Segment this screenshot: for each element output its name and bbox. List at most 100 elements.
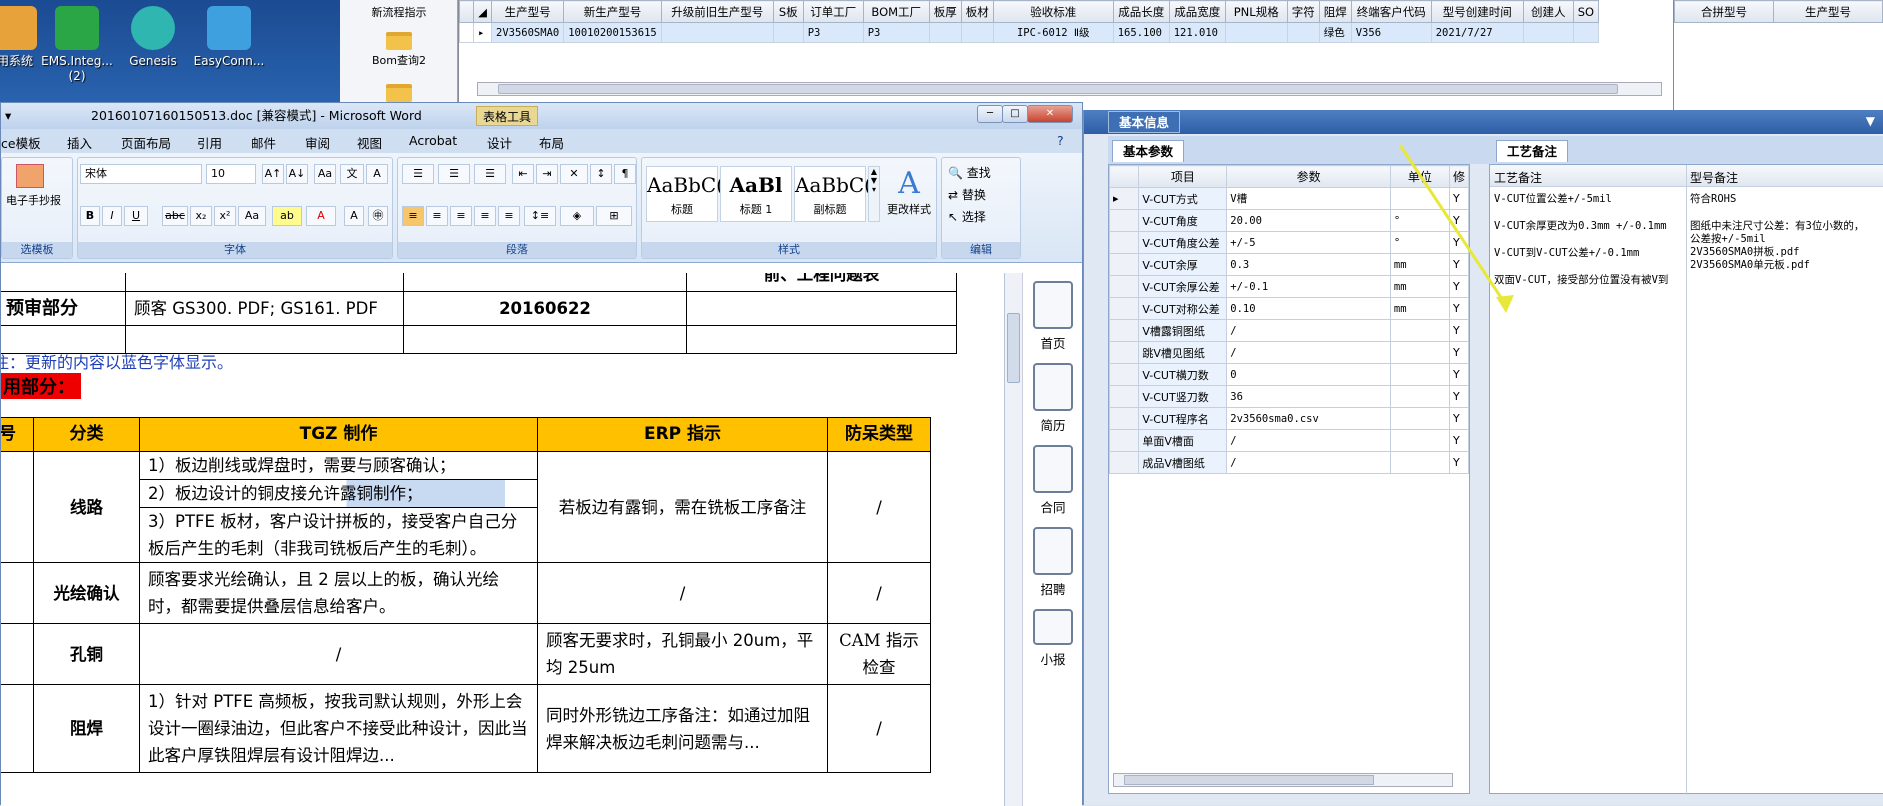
grid-header[interactable]: 字符 bbox=[1286, 0, 1320, 23]
row-selector[interactable] bbox=[1108, 297, 1140, 320]
grid-header[interactable]: 生产型号 bbox=[1773, 0, 1883, 23]
tab-references[interactable]: 引用 bbox=[197, 133, 222, 152]
param-cell[interactable]: Y bbox=[1448, 341, 1470, 364]
grid-header[interactable]: 验收标准 bbox=[992, 0, 1114, 23]
grid-header[interactable]: S板 bbox=[772, 0, 804, 23]
tab-view[interactable]: 视图 bbox=[357, 133, 382, 152]
desktop-icon-easyconnect[interactable]: EasyConn... bbox=[184, 6, 274, 69]
tab-review[interactable]: 审阅 bbox=[305, 133, 330, 152]
sidebar-item-resume[interactable]: 简历 bbox=[1028, 363, 1078, 434]
grow-font-icon[interactable]: A↑ bbox=[262, 164, 284, 184]
param-cell[interactable]: V槽露铜图纸 bbox=[1138, 319, 1228, 342]
table-tools-tab[interactable]: 表格工具 bbox=[476, 106, 539, 126]
grid-header[interactable]: 板材 bbox=[960, 0, 994, 23]
maximize-button[interactable]: □ bbox=[1002, 105, 1028, 123]
help-icon[interactable]: ? bbox=[1057, 133, 1064, 148]
row-selector[interactable] bbox=[1108, 341, 1140, 364]
grid-header[interactable]: SO bbox=[1572, 0, 1600, 23]
align-left-icon[interactable]: ≡ bbox=[402, 206, 424, 226]
chinese-layout-icon[interactable]: ✕ bbox=[560, 164, 588, 184]
tab-basic-params[interactable]: 基本参数 bbox=[1112, 140, 1185, 162]
horizontal-scrollbar[interactable] bbox=[477, 82, 1662, 96]
param-cell[interactable] bbox=[1389, 429, 1450, 452]
tab-acrobat[interactable]: Acrobat bbox=[409, 133, 457, 148]
param-cell[interactable] bbox=[1389, 451, 1450, 474]
char-shading-icon[interactable]: A bbox=[344, 206, 364, 226]
param-cell[interactable]: 单面V槽面 bbox=[1138, 429, 1228, 452]
style-heading1[interactable]: AaBl 标题 1 bbox=[720, 166, 792, 222]
grid-header[interactable]: 合拼型号 bbox=[1673, 0, 1775, 23]
model-notes-cell[interactable]: 符合ROHS 图纸中未注尺寸公差：有3位小数的，公差按+/-5mil 2V356… bbox=[1690, 193, 1865, 272]
param-cell[interactable]: V-CUT竖刀数 bbox=[1138, 385, 1228, 408]
style-subtitle[interactable]: AaBbC(副标题 bbox=[794, 166, 872, 222]
grid-header[interactable]: 新生产型号 bbox=[563, 0, 662, 23]
table-row[interactable]: 成品V槽图纸 / Y bbox=[1108, 451, 1470, 474]
border-char-icon[interactable]: A bbox=[366, 164, 388, 184]
align-center-icon[interactable]: ≡ bbox=[426, 206, 448, 226]
clear-format-icon[interactable]: Aa bbox=[314, 164, 336, 184]
grid-header[interactable]: 阻焊 bbox=[1318, 0, 1352, 23]
param-cell[interactable]: 36 bbox=[1226, 385, 1391, 408]
align-right-icon[interactable]: ≡ bbox=[450, 206, 472, 226]
grid-header[interactable]: 成品宽度 bbox=[1168, 0, 1226, 23]
italic-icon[interactable]: I bbox=[102, 206, 122, 226]
param-cell[interactable]: / bbox=[1226, 341, 1391, 364]
row-selector[interactable] bbox=[1108, 385, 1140, 408]
table-row[interactable]: ▸ 2V3560SMA0 10010200153615 P3 P3 IPC-60… bbox=[459, 22, 1600, 43]
close-button[interactable]: ✕ bbox=[1027, 105, 1073, 123]
font-color-icon[interactable]: A bbox=[306, 206, 336, 226]
tab-template[interactable]: ce模板 bbox=[1, 133, 41, 152]
param-cell[interactable]: / bbox=[1226, 451, 1391, 474]
tab-insert[interactable]: 插入 bbox=[67, 133, 92, 152]
select-button[interactable]: ↖ 选择 bbox=[948, 208, 986, 225]
vertical-scrollbar[interactable] bbox=[1004, 273, 1022, 806]
sidebar-item-recruit[interactable]: 招聘 bbox=[1028, 527, 1078, 598]
param-cell[interactable]: Y bbox=[1448, 385, 1470, 408]
grid-header[interactable]: 生产型号 bbox=[490, 0, 565, 23]
param-cell[interactable]: 0.10 bbox=[1226, 297, 1391, 320]
row-selector[interactable] bbox=[1108, 363, 1140, 386]
decrease-indent-icon[interactable]: ⇤ bbox=[512, 164, 534, 184]
tab-design[interactable]: 设计 bbox=[487, 133, 512, 152]
borders-icon[interactable]: ⊞ bbox=[596, 206, 632, 226]
flow-item-bom[interactable]: Bom查询2 bbox=[340, 28, 458, 68]
change-styles-button[interactable]: A 更改样式 bbox=[884, 166, 934, 217]
distribute-icon[interactable]: ≡ bbox=[498, 206, 520, 226]
superscript-icon[interactable]: x² bbox=[214, 206, 236, 226]
param-cell[interactable]: V-CUT横刀数 bbox=[1138, 363, 1228, 386]
grid-header[interactable]: 终端客户代码 bbox=[1350, 0, 1432, 23]
tab-mailings[interactable]: 邮件 bbox=[251, 133, 276, 152]
param-cell[interactable] bbox=[1389, 341, 1450, 364]
document-body[interactable]: 前、工程问题表 预审部分 顾客 GS300. PDF; GS161. PDF 2… bbox=[1, 273, 1004, 806]
grid-header[interactable]: 参数 bbox=[1226, 165, 1391, 188]
increase-indent-icon[interactable]: ⇥ bbox=[536, 164, 558, 184]
table-row[interactable]: V-CUT横刀数 0 Y bbox=[1108, 363, 1470, 386]
param-cell[interactable] bbox=[1389, 363, 1450, 386]
param-cell[interactable] bbox=[1389, 385, 1450, 408]
param-cell[interactable]: V-CUT余厚 bbox=[1138, 253, 1228, 276]
param-cell[interactable]: V槽 bbox=[1226, 187, 1391, 210]
multilevel-list-icon[interactable]: ☰ bbox=[474, 164, 506, 184]
param-cell[interactable]: V-CUT余厚公差 bbox=[1138, 275, 1228, 298]
show-marks-icon[interactable]: ¶ bbox=[614, 164, 636, 184]
param-cell[interactable]: Y bbox=[1448, 407, 1470, 430]
handout-button[interactable]: 电子手抄报 bbox=[6, 192, 61, 208]
bold-icon[interactable]: B bbox=[80, 206, 100, 226]
shading-icon[interactable]: ◈ bbox=[560, 206, 594, 226]
highlight-icon[interactable]: ab bbox=[272, 206, 302, 226]
param-cell[interactable]: V-CUT方式 bbox=[1138, 187, 1228, 210]
param-cell[interactable]: Y bbox=[1448, 363, 1470, 386]
scroll-thumb[interactable] bbox=[1007, 313, 1020, 383]
param-cell[interactable]: +/-5 bbox=[1226, 231, 1391, 254]
enclose-char-icon[interactable]: ㊥ bbox=[368, 206, 388, 226]
grid-header[interactable]: PNL规格 bbox=[1224, 0, 1288, 23]
grid-header[interactable]: 成品长度 bbox=[1112, 0, 1170, 23]
param-cell[interactable]: V-CUT角度 bbox=[1138, 209, 1228, 232]
numbering-icon[interactable]: ☰ bbox=[438, 164, 470, 184]
change-case-icon[interactable]: Aa bbox=[238, 206, 266, 226]
param-cell[interactable]: V-CUT程序名 bbox=[1138, 407, 1228, 430]
scroll-thumb[interactable] bbox=[498, 84, 1618, 94]
grid-header[interactable]: 订单工厂 bbox=[802, 0, 864, 23]
param-cell[interactable]: Y bbox=[1448, 451, 1470, 474]
replace-button[interactable]: ⇄ 替换 bbox=[948, 186, 986, 203]
